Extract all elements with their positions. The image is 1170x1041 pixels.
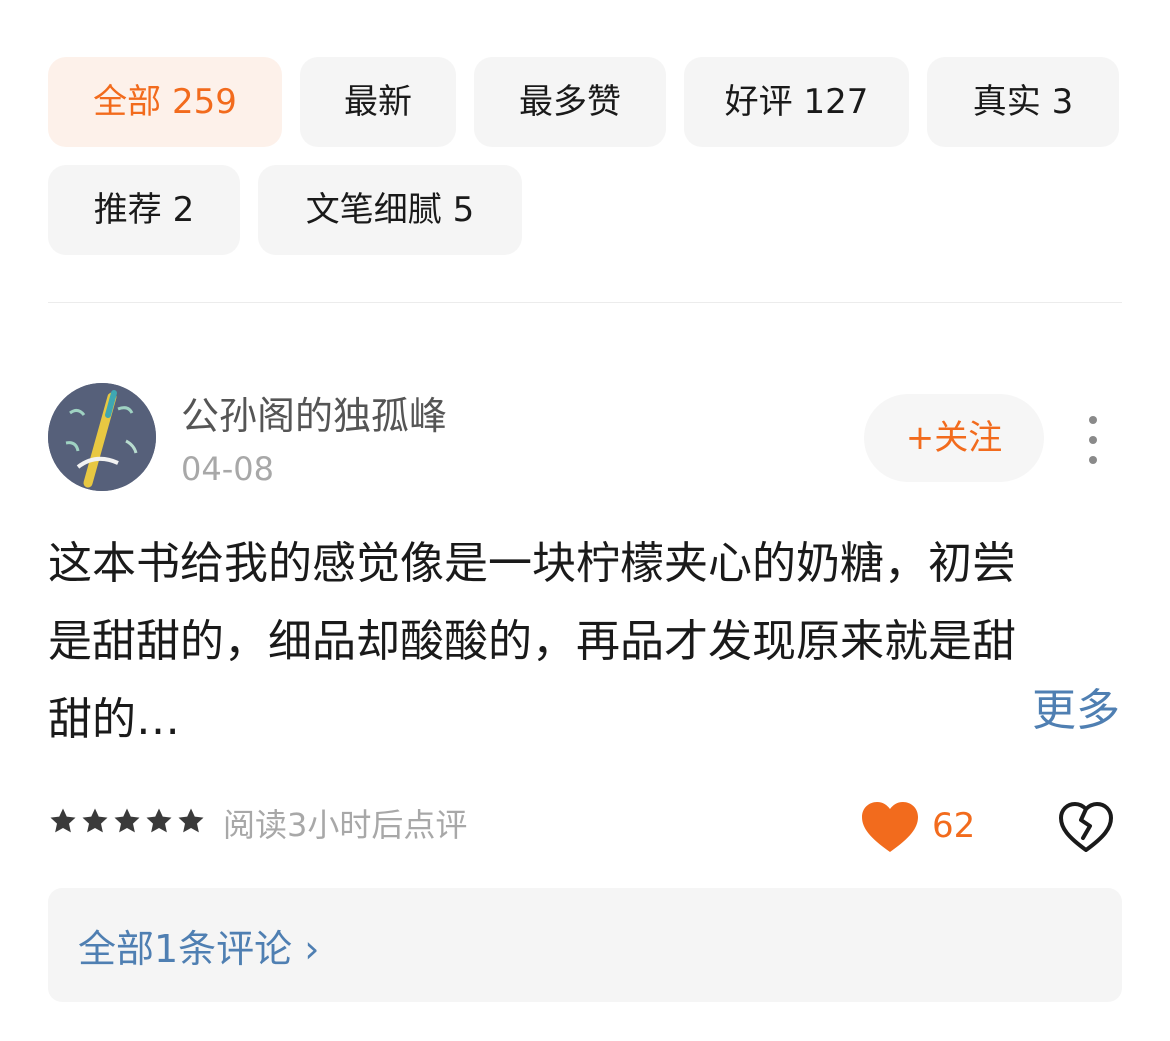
username[interactable]: 公孙阁的独孤峰 xyxy=(181,385,447,440)
filter-chip-delicate-writing[interactable]: 文笔细腻 5 xyxy=(258,165,522,255)
filter-chip-recommend[interactable]: 推荐 2 xyxy=(48,165,240,255)
filter-chip-latest[interactable]: 最新 xyxy=(300,57,456,147)
review-date: 04-08 xyxy=(181,450,274,488)
star-icon xyxy=(146,808,172,833)
heart-icon[interactable] xyxy=(860,800,920,856)
filter-chip-all[interactable]: 全部 259 xyxy=(48,57,282,147)
all-comments-link[interactable]: 全部1条评论 › xyxy=(78,918,319,973)
filter-chip-positive[interactable]: 好评 127 xyxy=(684,57,909,147)
follow-button[interactable]: +关注 xyxy=(864,394,1044,482)
read-time-note: 阅读3小时后点评 xyxy=(223,806,468,844)
avatar[interactable] xyxy=(48,383,156,491)
comments-bar[interactable]: 全部1条评论 › xyxy=(48,888,1122,1002)
star-icon xyxy=(178,808,204,833)
divider xyxy=(48,302,1122,303)
more-options-icon[interactable] xyxy=(1075,410,1111,470)
review-line: 甜的… xyxy=(48,694,180,745)
star-icon xyxy=(50,808,76,833)
star-icon xyxy=(114,808,140,833)
review-line: 这本书给我的感觉像是一块柠檬夹心的奶糖，初尝 xyxy=(48,538,1016,589)
star-icon xyxy=(82,808,108,833)
avatar-image xyxy=(48,383,156,491)
filter-chip-most-liked[interactable]: 最多赞 xyxy=(474,57,666,147)
review-line: 是甜甜的，细品却酸酸的，再品才发现原来就是甜 xyxy=(48,616,1016,667)
filter-chip-genuine[interactable]: 真实 3 xyxy=(927,57,1119,147)
star-rating xyxy=(48,806,206,842)
like-count: 62 xyxy=(932,806,976,846)
expand-more-link[interactable]: 更多 xyxy=(1032,681,1120,741)
review-text: 这本书给我的感觉像是一块柠檬夹心的奶糖，初尝 是甜甜的，细品却酸酸的，再品才发现… xyxy=(48,525,1118,759)
broken-heart-icon[interactable] xyxy=(1058,800,1114,856)
